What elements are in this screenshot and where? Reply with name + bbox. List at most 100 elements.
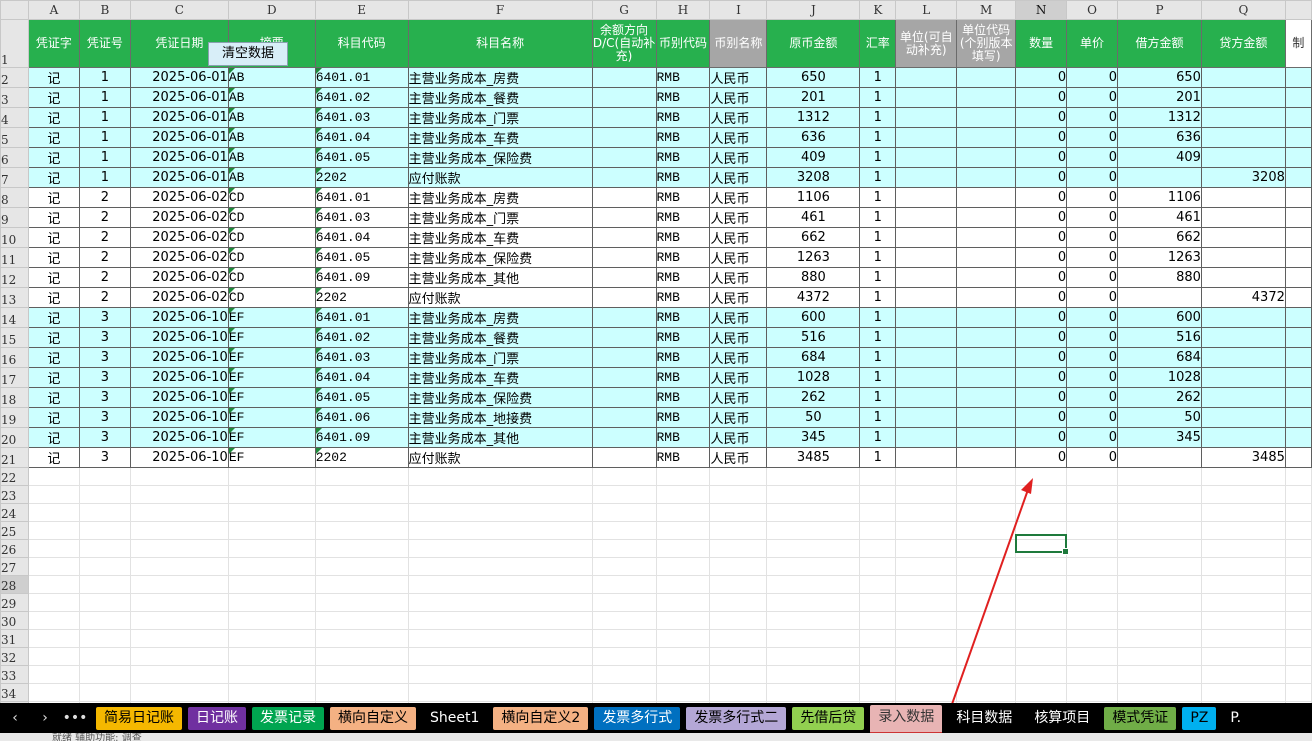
cell[interactable] [1066,503,1119,522]
cell[interactable]: 0 [1066,387,1119,408]
cell[interactable] [1066,629,1119,648]
cell[interactable] [1066,485,1119,504]
cell[interactable] [227,593,316,612]
cell[interactable] [956,557,1017,576]
cell[interactable] [1284,187,1312,208]
cell[interactable] [895,387,958,408]
cell[interactable]: 2025-06-01 [129,107,229,128]
cell[interactable]: 2202 [314,447,409,468]
cell[interactable]: 2 [78,207,131,228]
cell[interactable]: 记 [27,287,80,308]
cell[interactable] [1200,207,1286,228]
cell[interactable] [895,557,958,576]
cell[interactable] [1200,347,1286,368]
cell[interactable] [956,683,1017,702]
cell[interactable] [709,593,768,612]
cell[interactable]: 1 [859,387,897,408]
cell[interactable] [1200,647,1286,666]
column-title-cell[interactable]: 凭证字 [27,19,80,68]
cell[interactable]: 461 [766,207,861,228]
cell[interactable] [956,287,1017,308]
cell[interactable] [1015,611,1068,630]
row-header[interactable]: 25 [0,521,29,540]
cell[interactable] [1284,557,1312,576]
cell[interactable] [1200,107,1286,128]
cell[interactable] [314,665,409,684]
cell[interactable] [709,539,768,558]
tab-more-button[interactable]: ••• [60,703,90,733]
cell[interactable]: 0 [1015,147,1068,168]
cell[interactable]: 0 [1015,227,1068,248]
cell[interactable] [314,575,409,594]
cell[interactable]: RMB [655,367,711,388]
cell[interactable] [1200,127,1286,148]
cell[interactable]: 1 [859,247,897,268]
cell[interactable] [1117,593,1202,612]
cell[interactable] [1200,147,1286,168]
cell[interactable] [1015,683,1068,702]
cell[interactable] [956,629,1017,648]
cell[interactable] [956,87,1017,108]
cell[interactable]: EF [227,407,316,428]
cell[interactable] [709,575,768,594]
cell[interactable]: 人民币 [709,207,768,228]
cell[interactable]: 0 [1066,427,1119,448]
cell[interactable]: 3 [78,347,131,368]
column-header-o[interactable]: O [1066,0,1119,20]
column-title-cell[interactable]: 币别代码 [655,19,711,68]
cell[interactable] [591,167,657,188]
row-header[interactable]: 21 [0,447,29,468]
cell[interactable]: 6401.05 [314,387,409,408]
cell[interactable] [895,575,958,594]
cell[interactable] [859,683,897,702]
column-header-h[interactable]: H [655,0,711,20]
cell[interactable] [591,447,657,468]
cell[interactable]: 0 [1015,187,1068,208]
cell[interactable]: 2025-06-02 [129,287,229,308]
cell[interactable]: 主营业务成本_餐费 [407,327,593,348]
cell[interactable] [895,327,958,348]
tab-next-button[interactable]: › [30,703,60,733]
cell[interactable]: 记 [27,247,80,268]
cell[interactable] [1066,665,1119,684]
cell[interactable] [956,247,1017,268]
cell[interactable] [1284,67,1312,88]
row-header[interactable]: 18 [0,387,29,408]
cell[interactable]: RMB [655,287,711,308]
cell[interactable]: 6401.04 [314,367,409,388]
cell[interactable] [227,467,316,486]
cell[interactable]: RMB [655,147,711,168]
cell[interactable] [314,557,409,576]
cell[interactable] [956,575,1017,594]
row-header[interactable]: 33 [0,665,29,684]
cell[interactable] [895,147,958,168]
cell[interactable]: RMB [655,387,711,408]
cell[interactable] [129,467,229,486]
cell[interactable] [766,557,861,576]
cell[interactable]: 主营业务成本_车费 [407,127,593,148]
cell[interactable] [1015,593,1068,612]
cell[interactable]: 主营业务成本_车费 [407,227,593,248]
cell[interactable]: 2025-06-10 [129,367,229,388]
cell[interactable] [227,521,316,540]
cell[interactable]: 2025-06-01 [129,167,229,188]
cell[interactable] [591,647,657,666]
column-title-cell[interactable]: 科目名称 [407,19,593,68]
cell[interactable] [1200,521,1286,540]
cell[interactable]: 记 [27,267,80,288]
cell[interactable]: 0 [1015,327,1068,348]
cell[interactable] [709,629,768,648]
cell[interactable]: 3208 [766,167,861,188]
cell[interactable]: 人民币 [709,247,768,268]
cell[interactable] [27,575,80,594]
cell[interactable] [1284,521,1312,540]
cell[interactable] [27,611,80,630]
cell[interactable] [895,87,958,108]
cell[interactable]: 记 [27,227,80,248]
cell[interactable] [27,683,80,702]
cell[interactable]: 记 [27,187,80,208]
cell[interactable]: 0 [1066,187,1119,208]
cell[interactable] [591,227,657,248]
cell[interactable] [314,593,409,612]
cell[interactable] [407,593,593,612]
